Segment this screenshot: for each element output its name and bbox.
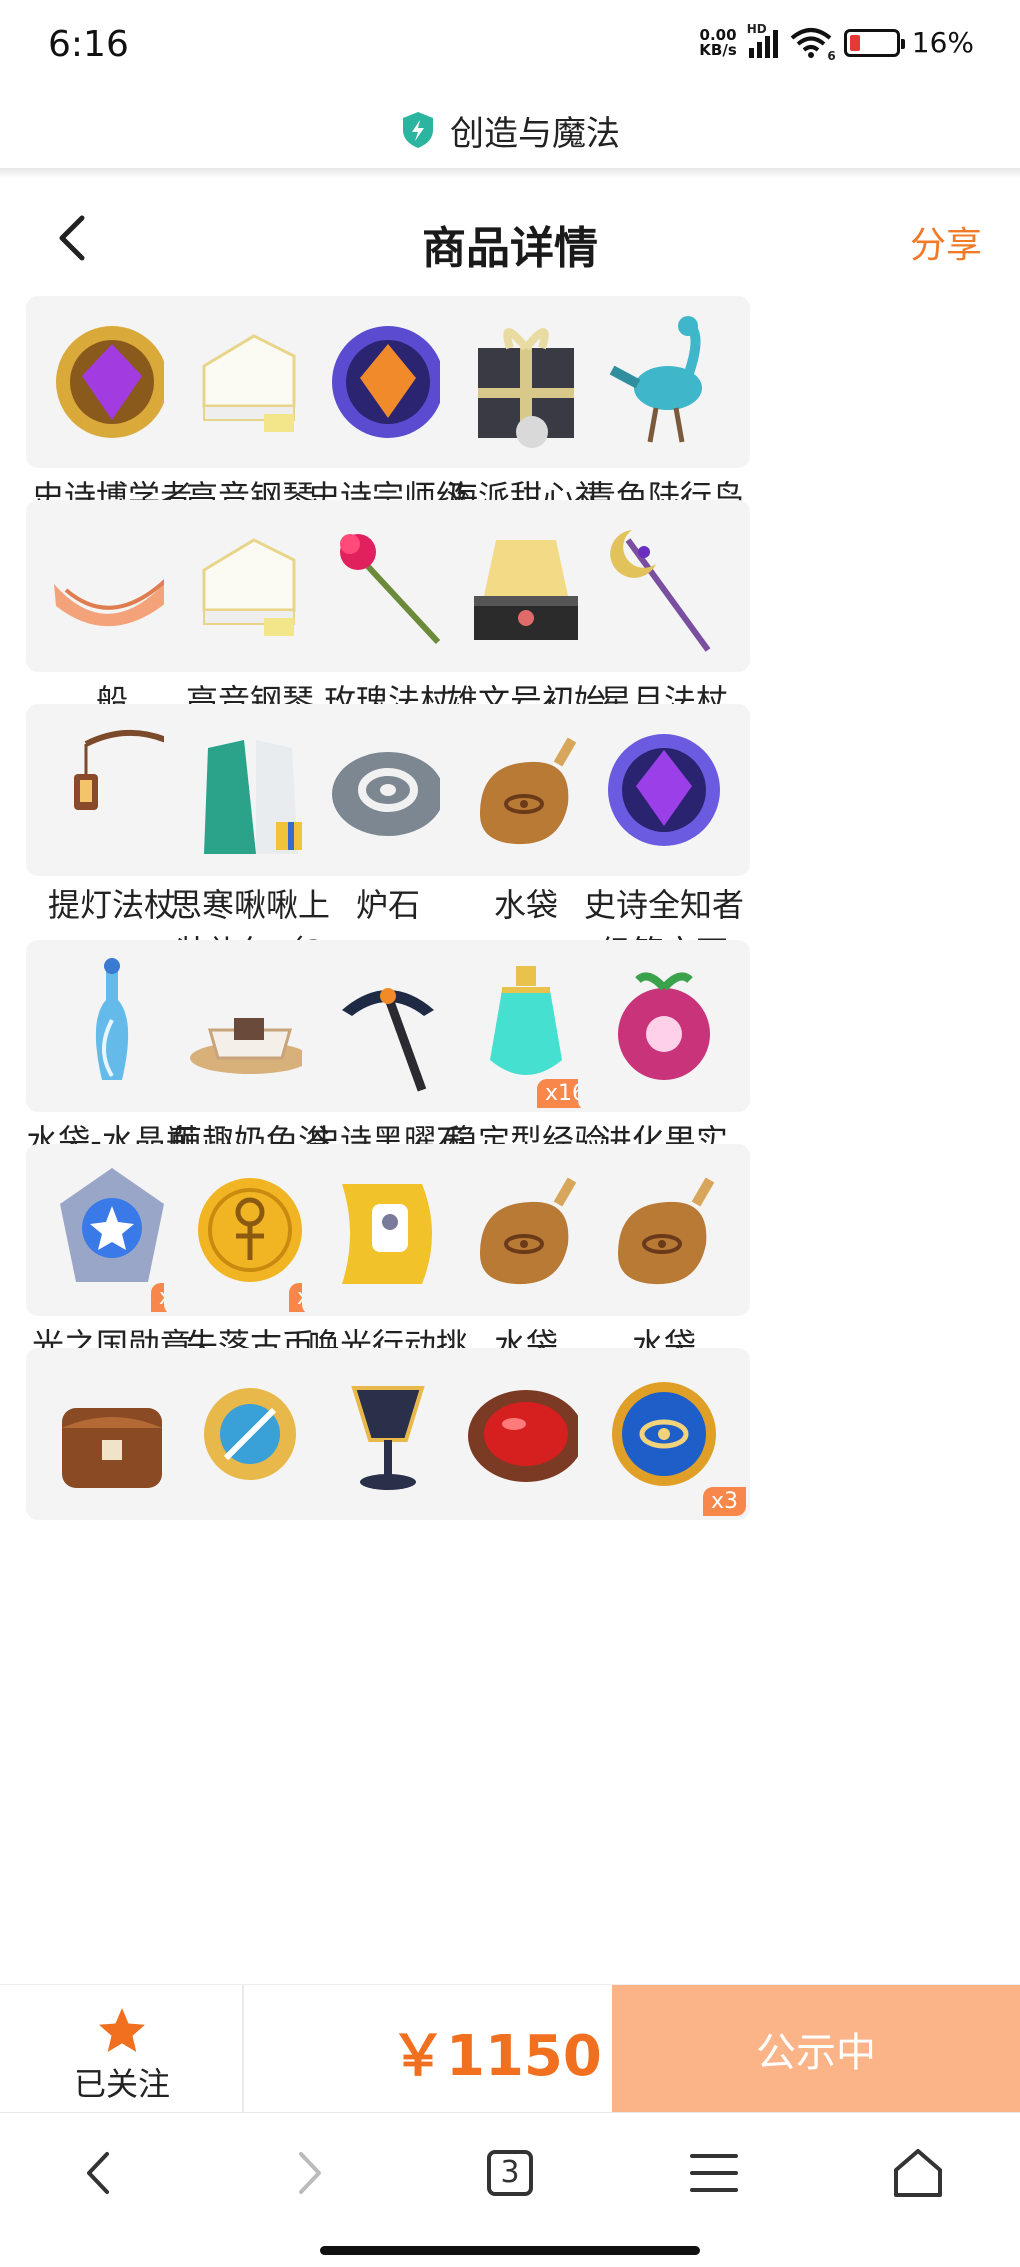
- status-time: 6:16: [48, 24, 129, 65]
- home-icon: [894, 2149, 942, 2197]
- item-card[interactable]: 星月法杖: [576, 500, 752, 725]
- price: ￥1150: [390, 2024, 602, 2089]
- item-card[interactable]: x3: [576, 1348, 752, 1520]
- item-thumbnail: [578, 296, 750, 468]
- chevron-right-icon: [299, 2152, 321, 2194]
- home-button[interactable]: [878, 2133, 958, 2213]
- star-icon: [99, 2008, 145, 2052]
- evolution-fruit-icon: [618, 972, 710, 1080]
- signal-icon: HD: [747, 22, 778, 58]
- browser-forward-button[interactable]: [268, 2133, 348, 2213]
- item-thumbnail: [578, 704, 750, 876]
- action-bar: 已关注 ￥1150 公示中: [0, 1984, 1020, 2113]
- menu-icon: [690, 2154, 738, 2192]
- browser-nav-bar: 3: [0, 2112, 1020, 2232]
- item-thumbnail: [578, 1144, 750, 1316]
- item-thumbnail: [578, 940, 750, 1112]
- share-button[interactable]: 分享: [910, 216, 982, 268]
- home-indicator: [320, 2246, 700, 2255]
- item-card[interactable]: 水袋: [576, 1144, 752, 1369]
- rune-stone-purple-icon: [608, 734, 720, 846]
- battery-icon: [843, 28, 905, 57]
- wifi-generation-label: 6: [827, 48, 836, 63]
- tabs-button[interactable]: 3: [470, 2133, 550, 2213]
- status-icons: 0.00 KB/s HD 6 16%: [699, 22, 974, 63]
- site-title: 创造与魔法: [450, 113, 620, 154]
- item-thumbnail: [578, 500, 750, 672]
- network-type-label: HD: [746, 21, 767, 36]
- follow-button[interactable]: 已关注: [0, 1985, 244, 2113]
- item-thumbnail: x3: [578, 1348, 750, 1520]
- net-speed-unit: KB/s: [699, 40, 737, 59]
- item-card[interactable]: 进化果实: [576, 940, 752, 1165]
- page-header: 商品详情 分享: [0, 190, 1020, 290]
- item-grid: 史诗博学者级符文石高音钢琴史诗宗师级符文石海派甜心礼包（7天）青色陆行鸟（7天）…: [24, 296, 996, 1984]
- bird-mount-icon: [609, 316, 702, 443]
- item-card[interactable]: 史诗全知者级符文石: [576, 704, 752, 976]
- page-title: 商品详情: [422, 223, 598, 274]
- menu-button[interactable]: [674, 2133, 754, 2213]
- status-bar: 6:16 0.00 KB/s HD 6 16%: [0, 0, 1020, 90]
- water-bag-icon: [618, 1177, 715, 1285]
- moon-staff-icon: [610, 530, 711, 652]
- follow-label: 已关注: [73, 2065, 170, 2103]
- shield-icon: [403, 112, 433, 148]
- battery-percent: 16%: [911, 26, 974, 59]
- divider: [0, 168, 1020, 178]
- browser-back-button[interactable]: [60, 2133, 140, 2213]
- site-bar[interactable]: 创造与魔法: [0, 90, 1020, 170]
- wifi-icon: 6: [790, 27, 836, 63]
- net-speed: 0.00 KB/s: [699, 27, 737, 59]
- chevron-left-icon: [87, 2152, 109, 2194]
- tab-count: 3: [487, 2150, 533, 2196]
- publicity-status-button[interactable]: 公示中: [612, 1985, 1020, 2113]
- quantity-badge: x3: [702, 1487, 746, 1516]
